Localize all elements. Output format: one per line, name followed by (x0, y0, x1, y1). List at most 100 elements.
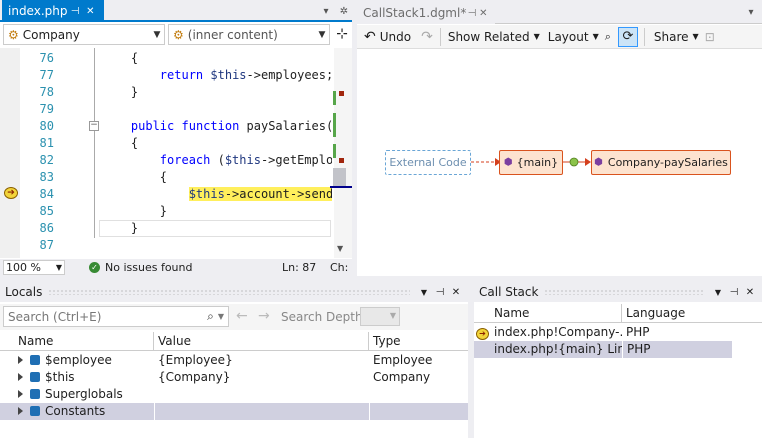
variable-type: Employee (373, 353, 433, 367)
call-stack-row-selected[interactable]: index.php!{main} Line... PHP (474, 341, 732, 358)
variable-name: Constants (45, 404, 106, 418)
expand-icon[interactable] (18, 407, 23, 415)
change-marker (333, 113, 336, 137)
redo-icon[interactable]: ↷ (418, 26, 436, 48)
layout-button[interactable]: Layout ▼ (545, 26, 602, 48)
dropdown-arrow-icon[interactable]: ▼ (710, 284, 726, 300)
auto-refresh-button[interactable]: ⟳ (617, 26, 638, 47)
edge-external-to-main (471, 158, 501, 166)
collapse-icon[interactable]: − (89, 121, 99, 131)
call-stack-title-bar: Call Stack ▼ ⊣ ✕ (474, 282, 762, 302)
node-company-pay-salaries[interactable]: ⬢ Company-paySalaries (591, 150, 731, 175)
panel-title: Call Stack (479, 285, 539, 299)
node-label: {main} (516, 156, 559, 169)
frame-language: PHP (626, 325, 650, 339)
cube-icon: ⬢ (503, 157, 513, 168)
undo-button[interactable]: ↶ Undo (361, 26, 414, 48)
column-header-name[interactable]: Name (474, 303, 622, 323)
locals-search-input[interactable]: Search (Ctrl+E) ⌕ ▼ (3, 306, 229, 327)
indicator-margin (0, 48, 20, 258)
edge-main-to-pay (563, 157, 591, 167)
comment-icon[interactable]: ⊡ (702, 26, 718, 48)
column-header-name[interactable]: Name (0, 331, 154, 351)
call-stack-grid-header: Name Language (474, 303, 762, 323)
scroll-down-icon[interactable]: ▼ (337, 244, 343, 253)
drag-handle[interactable] (544, 289, 704, 295)
dropdown-arrow-icon[interactable]: ▼ (416, 284, 432, 300)
chevron-down-icon: ▼ (389, 311, 396, 320)
undo-icon: ↶ (364, 28, 376, 45)
variable-value (154, 403, 369, 420)
zoom-combo[interactable]: 100 % ▼ (3, 260, 65, 275)
locals-row[interactable]: $employee {Employee} Employee (0, 352, 468, 369)
scroll-thumb[interactable] (333, 168, 346, 187)
expand-icon[interactable] (18, 356, 23, 364)
column-header-type[interactable]: Type (369, 332, 468, 351)
locals-row-selected[interactable]: Constants (0, 403, 468, 420)
code-area[interactable]: ➔ 76 77 78 79 80 81 82 83 84 85 86 87 − … (0, 48, 352, 258)
chevron-down-icon: ▼ (55, 263, 62, 272)
find-icon[interactable]: ⌕ (602, 26, 614, 48)
vertical-scrollbar[interactable] (334, 48, 352, 258)
dropdown-arrow-icon[interactable]: ▾ (318, 3, 334, 19)
issues-status[interactable]: No issues found (105, 261, 192, 274)
show-related-label: Show Related (447, 29, 530, 44)
pin-icon[interactable]: ⊣ (466, 5, 477, 21)
column-header-language[interactable]: Language (622, 304, 762, 323)
chevron-down-icon: ▼ (533, 32, 540, 41)
back-arrow-icon[interactable]: ← (236, 308, 248, 324)
search-icon[interactable]: ⌕ (207, 309, 214, 324)
code-line: { (102, 136, 139, 150)
show-related-button[interactable]: Show Related ▼ (445, 26, 543, 48)
node-label: Company-paySalaries (607, 156, 728, 169)
split-icon[interactable]: ⊹ (334, 26, 350, 42)
node-external-code[interactable]: External Code (385, 150, 471, 175)
variable-icon (30, 355, 40, 365)
code-line: foreach ($this->getEmplo (159, 153, 332, 167)
variable-icon (30, 372, 40, 382)
code-line: } (102, 221, 139, 235)
column-header-value[interactable]: Value (154, 331, 369, 351)
close-icon[interactable]: ✕ (742, 284, 758, 300)
drag-handle[interactable] (48, 289, 410, 295)
current-frame-icon: ➔ (476, 328, 489, 340)
chevron-down-icon[interactable]: ▼ (218, 312, 224, 321)
variable-type (369, 386, 468, 403)
line-number: 85 (39, 204, 54, 218)
node-main[interactable]: ⬢ {main} (499, 150, 563, 175)
expand-icon[interactable] (18, 373, 23, 381)
chevron-down-icon: ▼ (153, 29, 161, 40)
locals-grid-header: Name Value Type (0, 331, 468, 351)
line-indicator: Ln: 87 (282, 261, 317, 274)
cube-icon: ⬢ (594, 157, 603, 168)
diagram-canvas[interactable]: External Code ⬢ {main} ⬢ Company-paySala… (357, 50, 762, 276)
code-text: { return $this->employees; } public func… (102, 50, 332, 254)
expand-icon[interactable] (18, 390, 23, 398)
dropdown-arrow-icon[interactable]: ▾ (743, 4, 759, 20)
close-icon[interactable]: ✕ (478, 5, 489, 21)
locals-row[interactable]: Superglobals (0, 386, 468, 403)
line-number: 84 (39, 187, 54, 201)
member-icon: ⚙ (173, 27, 184, 42)
close-icon[interactable]: ✕ (448, 284, 464, 300)
search-depth-combo[interactable]: ▼ (360, 307, 400, 326)
code-line: public function paySalaries( (130, 119, 332, 133)
scope-combo[interactable]: ⚙ Company ▼ (3, 24, 165, 45)
pin-icon[interactable]: ⊣ (68, 3, 83, 19)
gear-icon[interactable]: ✲ (336, 3, 352, 19)
tab-callstack-dgml[interactable]: CallStack1.dgml* ⊣ ✕ (357, 2, 495, 24)
member-combo[interactable]: ⚙ (inner content) ▼ (168, 24, 330, 45)
diagram-toolbar: ↶ Undo ↷ Show Related ▼ Layout ▼ ⌕ ⟳ Sha… (357, 25, 762, 49)
variable-icon (30, 406, 40, 416)
pin-icon[interactable]: ⊣ (432, 284, 448, 300)
locals-row[interactable]: $this {Company} Company (0, 369, 468, 386)
forward-arrow-icon[interactable]: → (258, 308, 270, 324)
close-icon[interactable]: ✕ (83, 3, 98, 19)
tab-index-php[interactable]: index.php ⊣ ✕ (2, 0, 104, 22)
share-button[interactable]: Share ▼ (651, 26, 702, 48)
call-stack-row[interactable]: ➔ index.php!Company-... PHP (474, 324, 762, 341)
call-stack-pane: Call Stack ▼ ⊣ ✕ Name Language ➔ index.p… (474, 282, 762, 438)
caret-position-marker (330, 186, 352, 188)
pin-icon[interactable]: ⊣ (726, 284, 742, 300)
